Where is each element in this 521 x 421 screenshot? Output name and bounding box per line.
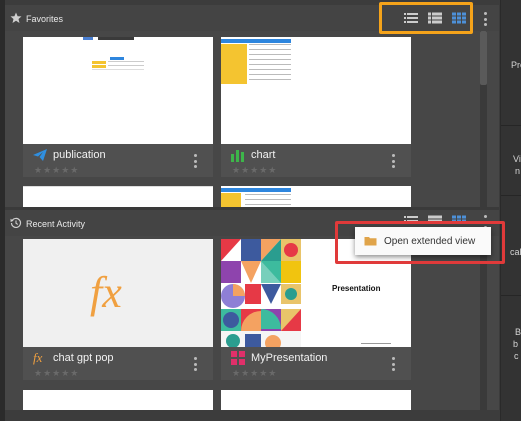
favorite-card-thumbnail[interactable] xyxy=(221,186,411,209)
right-panel-label: b xyxy=(513,339,519,349)
spreadsheet-preview xyxy=(221,188,291,207)
right-panel-label: Vi xyxy=(513,154,521,164)
favorite-card-footer[interactable]: publication ★★★★★ xyxy=(23,144,213,177)
presentation-grid-icon xyxy=(231,351,245,365)
card-menu-icon[interactable] xyxy=(193,357,197,371)
card-title: MyPresentation xyxy=(251,352,328,364)
scroll-thumb[interactable] xyxy=(480,31,487,85)
section-title: Favorites xyxy=(26,14,64,24)
card-title: chart xyxy=(251,149,276,161)
favorites-header: Favorites xyxy=(5,5,499,31)
paper-plane-icon xyxy=(33,149,47,161)
right-panel-label: cal xyxy=(510,247,521,257)
bar-chart-icon xyxy=(231,150,244,162)
card-title: chat gpt pop xyxy=(53,352,114,364)
presentation-title-text: Presentation xyxy=(332,284,381,293)
document-preview xyxy=(83,37,144,70)
favorite-card-thumbnail[interactable] xyxy=(23,37,213,148)
document-preview xyxy=(23,186,213,187)
list-view-icon[interactable] xyxy=(403,215,419,227)
section-menu-icon[interactable] xyxy=(483,12,487,26)
detail-view-icon[interactable] xyxy=(427,12,443,24)
recent-card-footer[interactable]: fx chat gpt pop ★★★★★ xyxy=(23,347,213,380)
favorite-card-footer[interactable]: chart ★★★★★ xyxy=(221,144,411,177)
divider xyxy=(501,195,521,196)
main-panel: Favorites publication ★★★★★ chart ★★★★★ … xyxy=(5,2,505,410)
divider xyxy=(501,295,521,296)
detail-view-icon[interactable] xyxy=(427,215,443,227)
spreadsheet-preview xyxy=(221,39,291,84)
fx-icon: fx xyxy=(33,350,43,365)
grid-view-icon[interactable] xyxy=(451,12,467,24)
presentation-preview xyxy=(221,239,391,351)
app-root: Pre Vi n cal B b c Favorites xyxy=(0,0,521,421)
favorite-card-thumbnail[interactable] xyxy=(221,37,411,148)
rating-stars[interactable]: ★★★★★ xyxy=(232,165,277,176)
right-side-panel: Pre Vi n cal B b c xyxy=(500,0,521,421)
history-icon xyxy=(10,217,22,229)
folder-icon xyxy=(364,237,377,246)
right-panel-label: B xyxy=(515,327,521,337)
rating-stars[interactable]: ★★★★★ xyxy=(34,368,79,379)
right-panel-label: n xyxy=(515,166,521,176)
recent-scrollbar[interactable] xyxy=(480,236,487,410)
rating-stars[interactable]: ★★★★★ xyxy=(232,368,277,379)
card-title: publication xyxy=(53,149,106,161)
formula-preview: fx xyxy=(90,268,122,317)
menu-item-label: Open extended view xyxy=(384,236,476,247)
recent-card-thumbnail[interactable] xyxy=(221,390,411,410)
right-panel-label: Pre xyxy=(511,60,521,70)
menu-item-open-extended-view[interactable]: Open extended view xyxy=(355,227,491,255)
recent-card-thumbnail[interactable]: Presentation xyxy=(221,239,411,351)
section-title: Recent Activity xyxy=(26,219,86,229)
card-menu-icon[interactable] xyxy=(391,154,395,168)
favorite-card-thumbnail[interactable] xyxy=(23,186,213,209)
list-view-icon[interactable] xyxy=(403,12,419,24)
right-panel-label: c xyxy=(514,351,519,361)
star-icon xyxy=(10,12,22,23)
rating-stars[interactable]: ★★★★★ xyxy=(34,165,79,176)
card-menu-icon[interactable] xyxy=(193,154,197,168)
recent-card-thumbnail[interactable] xyxy=(23,390,213,410)
recent-card-thumbnail[interactable]: fx xyxy=(23,239,213,351)
favorites-scrollbar[interactable] xyxy=(480,31,487,209)
divider xyxy=(501,125,521,126)
recent-card-footer[interactable]: MyPresentation ★★★★★ xyxy=(221,347,411,380)
card-menu-icon[interactable] xyxy=(391,357,395,371)
context-menu: Open extended view xyxy=(355,227,491,255)
grid-view-icon[interactable] xyxy=(451,215,467,227)
